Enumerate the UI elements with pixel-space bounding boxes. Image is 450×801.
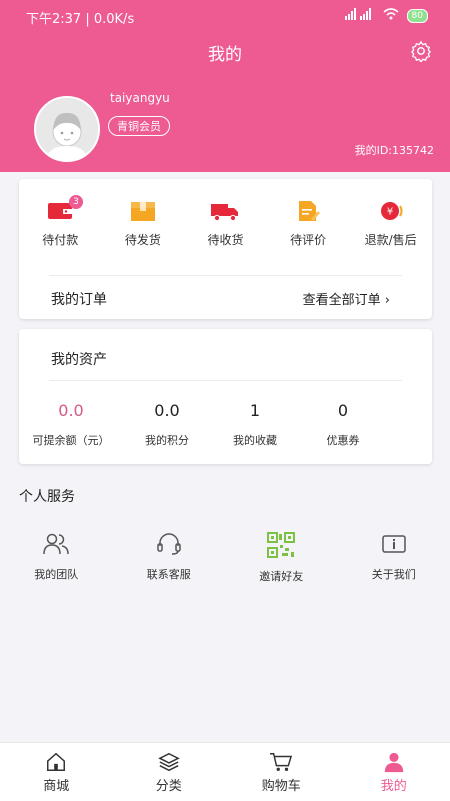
service-my-team[interactable]: 我的团队 <box>0 532 113 584</box>
services-row: 我的团队 联系客服 邀请好友 关于我们 <box>0 532 450 584</box>
asset-row: 0.0 可提余额（元） 0.0 我的积分 1 我的收藏 0 优惠券 <box>19 401 432 448</box>
tab-category[interactable]: 分类 <box>113 743 226 801</box>
home-icon <box>45 751 67 773</box>
personal-services-title: 个人服务 <box>19 486 75 506</box>
battery-indicator: 80 <box>407 9 428 23</box>
status-right: 80 <box>345 8 428 24</box>
page-title: 我的 <box>0 40 450 65</box>
order-pending-shipment[interactable]: 待发货 <box>102 199 185 248</box>
headset-icon <box>155 532 183 556</box>
order-status-row: 3 待付款 待发货 待收货 待评价 ¥ 退款/售后 <box>19 199 432 248</box>
orders-card: 3 待付款 待发货 待收货 待评价 ¥ 退款/售后 我的订单 查看全部订单 › <box>19 179 432 319</box>
order-refund-aftersale[interactable]: ¥ 退款/售后 <box>349 199 432 248</box>
shopping-cart-icon <box>269 751 293 773</box>
view-all-orders-link[interactable]: 查看全部订单 › <box>303 289 390 308</box>
asset-value: 0.0 <box>123 401 211 420</box>
asset-withdrawable-balance[interactable]: 0.0 可提余额（元） <box>19 401 123 448</box>
username: taiyangyu <box>110 91 170 105</box>
member-level-badge: 青铜会员 <box>108 116 170 136</box>
bottom-tab-bar: 商城 分类 购物车 我的 <box>0 742 450 801</box>
order-item-label: 待评价 <box>290 233 326 247</box>
service-label: 邀请好友 <box>259 570 303 583</box>
asset-value: 0.0 <box>19 401 123 420</box>
asset-favorites[interactable]: 1 我的收藏 <box>211 401 299 448</box>
tab-mine[interactable]: 我的 <box>338 743 450 801</box>
tab-label: 分类 <box>156 779 182 794</box>
status-bar: 下午2:37 | 0.0K/s 80 <box>0 0 450 32</box>
status-speed: 0.0K/s <box>94 12 134 27</box>
profile-header: 下午2:37 | 0.0K/s 80 我的 taiyangyu 青铜会员 <box>0 0 450 172</box>
status-time: 下午2:37 <box>26 12 81 27</box>
asset-coupons[interactable]: 0 优惠券 <box>299 401 387 448</box>
assets-card: 我的资产 0.0 可提余额（元） 0.0 我的积分 1 我的收藏 0 优惠券 <box>19 329 432 464</box>
service-label: 我的团队 <box>34 568 78 581</box>
asset-value: 0 <box>299 401 387 420</box>
avatar[interactable] <box>34 96 100 162</box>
refund-yen-icon: ¥ <box>376 199 406 223</box>
layers-icon <box>158 751 180 773</box>
order-pending-review[interactable]: 待评价 <box>267 199 350 248</box>
status-separator: | <box>85 12 94 27</box>
my-assets-title: 我的资产 <box>51 349 107 369</box>
pending-payment-count-badge: 3 <box>69 195 83 209</box>
asset-label: 我的收藏 <box>211 432 299 448</box>
delivery-truck-icon <box>210 199 240 223</box>
order-item-label: 待付款 <box>42 233 78 247</box>
qr-code-icon <box>267 532 295 558</box>
order-pending-payment[interactable]: 3 待付款 <box>19 199 102 248</box>
asset-label: 可提余额（元） <box>19 432 123 448</box>
tab-label: 购物车 <box>262 779 301 794</box>
service-invite-friends[interactable]: 邀请好友 <box>225 532 338 584</box>
svg-text:¥: ¥ <box>386 207 392 218</box>
orders-divider <box>49 275 402 276</box>
order-pending-receipt[interactable]: 待收货 <box>184 199 267 248</box>
order-item-label: 退款/售后 <box>365 233 417 247</box>
asset-points[interactable]: 0.0 我的积分 <box>123 401 211 448</box>
review-note-icon <box>294 199 322 223</box>
tab-mall[interactable]: 商城 <box>0 743 113 801</box>
service-contact-support[interactable]: 联系客服 <box>113 532 226 584</box>
package-box-icon <box>129 199 157 223</box>
signal-icon <box>345 8 375 24</box>
status-left: 下午2:37 | 0.0K/s <box>26 8 134 27</box>
user-profile-icon <box>383 751 405 773</box>
asset-label: 优惠券 <box>299 432 387 448</box>
user-id: 我的ID:135742 <box>355 142 434 158</box>
info-card-icon <box>380 532 408 556</box>
service-label: 联系客服 <box>147 568 191 581</box>
service-about-us[interactable]: 关于我们 <box>338 532 450 584</box>
service-label: 关于我们 <box>372 568 416 581</box>
avatar-face-icon <box>36 98 98 160</box>
assets-divider <box>49 380 402 381</box>
asset-value: 1 <box>211 401 299 420</box>
wifi-icon <box>383 8 399 24</box>
asset-label: 我的积分 <box>123 432 211 448</box>
team-people-icon <box>42 532 70 556</box>
tab-label: 商城 <box>43 779 69 794</box>
tab-label: 我的 <box>381 779 407 794</box>
settings-gear-icon[interactable] <box>410 40 432 62</box>
tab-cart[interactable]: 购物车 <box>225 743 338 801</box>
order-item-label: 待发货 <box>125 233 161 247</box>
my-orders-title: 我的订单 <box>51 289 107 309</box>
order-item-label: 待收货 <box>207 233 243 247</box>
